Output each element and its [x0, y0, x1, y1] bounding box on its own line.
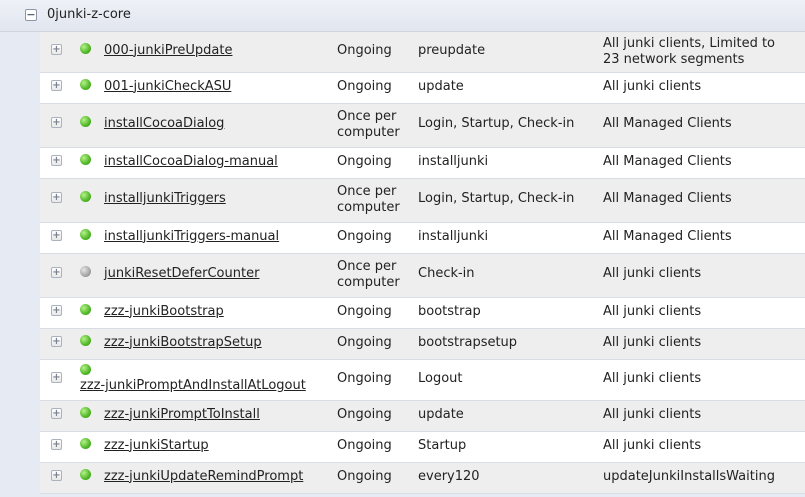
expand-row-button[interactable]: + [51, 43, 62, 55]
policy-name-link[interactable]: 000-junkiPreUpdate [104, 43, 232, 58]
policy-row[interactable]: +000-junkiPreUpdate Ongoing preupdate All j… [40, 32, 805, 73]
expand-row-button[interactable]: + [51, 335, 62, 347]
policy-row[interactable]: +001-junkiCheckASU Ongoing update All junki… [40, 73, 805, 104]
scope-cell: All junki clients [603, 437, 702, 453]
frequency-cell: Ongoing [337, 334, 392, 350]
scope-cell: All junki clients [603, 266, 702, 281]
expand-row-button[interactable]: + [51, 117, 62, 128]
status-enabled-icon [80, 228, 91, 240]
expand-row-button[interactable]: + [51, 469, 62, 481]
policy-name-link[interactable]: zzz-junkiBootstrap [104, 304, 224, 319]
policy-name-link[interactable]: installjunkiTriggers [104, 191, 226, 206]
trigger-cell: Login, Startup, Check-in [418, 191, 575, 206]
scope-cell: All junki clients [603, 406, 702, 422]
frequency-cell: Ongoing [337, 42, 392, 58]
scope-cell: All Managed Clients [603, 153, 732, 169]
policy-row[interactable]: + zzz-junkiPromptToInstall Ongoing update Al… [40, 401, 805, 432]
frequency-cell: Once per computer [337, 184, 400, 215]
status-enabled-icon [80, 191, 91, 202]
policy-name-link[interactable]: installCocoaDialog-manual [104, 154, 278, 169]
policy-row[interactable]: + installjunkiTriggers Once per computer Lo… [40, 179, 805, 223]
collapse-group-button[interactable]: − [25, 9, 37, 21]
status-enabled-icon [80, 153, 91, 165]
expand-row-button[interactable]: + [51, 407, 62, 419]
status-enabled-icon [80, 468, 91, 480]
policy-row[interactable]: + installCocoaDialog-manual Ongoing install… [40, 148, 805, 179]
expand-row-button[interactable]: + [51, 229, 62, 241]
trigger-cell: Login, Startup, Check-in [418, 116, 575, 131]
frequency-cell: Ongoing [337, 370, 392, 386]
trigger-cell: bootstrap [418, 303, 481, 319]
expand-row-button[interactable]: + [51, 438, 62, 450]
expand-row-button[interactable]: + [51, 371, 62, 383]
trigger-cell: preupdate [418, 42, 486, 58]
status-enabled-icon [80, 334, 91, 346]
expand-row-button[interactable]: + [51, 192, 62, 203]
frequency-cell: Ongoing [337, 406, 392, 422]
policy-name-link[interactable]: junkiResetDeferCounter [104, 266, 259, 281]
frequency-cell: Ongoing [337, 468, 392, 484]
policy-row[interactable]: + installjunkiTriggers-manual Ongoing insta… [40, 223, 805, 254]
expand-row-button[interactable]: + [51, 304, 62, 316]
policy-row[interactable]: + installCocoaDialog Once per computer Logi… [40, 104, 805, 148]
expand-row-button[interactable]: + [51, 267, 62, 278]
policy-name-link[interactable]: zzz-junkiUpdateRemindPrompt [104, 469, 303, 484]
policy-name-link[interactable]: installCocoaDialog [104, 116, 224, 131]
status-enabled-icon [80, 78, 91, 90]
scope-cell: All junki clients, Limited to 23 network… [603, 35, 776, 67]
frequency-cell: Ongoing [337, 437, 392, 453]
policy-row[interactable]: + junkiResetDeferCounter Once per computer… [40, 254, 805, 298]
policy-name-link[interactable]: 001-junkiCheckASU [104, 79, 231, 94]
scope-cell: All junki clients [603, 370, 702, 386]
scope-cell: All junki clients [603, 334, 702, 350]
scope-cell: All junki clients [603, 303, 702, 319]
scope-cell: All Managed Clients [603, 191, 732, 206]
status-enabled-icon [80, 437, 91, 449]
frequency-cell: Ongoing [337, 153, 392, 169]
scope-cell: All Managed Clients [603, 228, 732, 244]
frequency-cell: Ongoing [337, 78, 392, 94]
scope-cell: All junki clients [603, 78, 702, 94]
policy-name-link[interactable]: zzz-junkiBootstrapSetup [104, 335, 262, 350]
frequency-cell: Ongoing [337, 303, 392, 319]
status-disabled-icon [80, 266, 91, 277]
trigger-cell: Startup [418, 437, 467, 453]
scope-cell: All Managed Clients [603, 116, 732, 131]
policy-row[interactable]: + zzz-junkiUpdateRemindPrompt Ongoing every… [40, 463, 805, 494]
policy-name-link[interactable]: zzz-junkiStartup [104, 438, 209, 453]
trigger-cell: update [418, 78, 464, 94]
policy-row[interactable]: + zzz-junkiBootstrapSetup Ongoing bootstrap… [40, 329, 805, 360]
trigger-cell: update [418, 406, 464, 422]
policy-name-link[interactable]: installjunkiTriggers-manual [104, 229, 279, 244]
status-enabled-icon [80, 116, 91, 127]
scope-cell: updateJunkiInstallsWaiting [603, 468, 775, 484]
status-enabled-icon [80, 364, 91, 375]
expand-row-button[interactable]: + [51, 154, 62, 166]
trigger-cell: Check-in [418, 266, 475, 281]
policy-row[interactable]: + zzz-junkiStartup Ongoing Startup All junki… [40, 432, 805, 463]
group-title: 0junki-z-core [47, 7, 131, 22]
frequency-cell: Once per computer [337, 109, 400, 140]
trigger-cell: installjunki [418, 228, 489, 244]
expand-row-button[interactable]: + [51, 79, 62, 91]
group-header: − 0junki-z-core [0, 0, 805, 32]
trigger-cell: installjunki [418, 153, 489, 169]
frequency-cell: Once per computer [337, 259, 400, 290]
policy-name-link[interactable]: zzz-junkiPromptToInstall [104, 407, 260, 422]
policy-name-link[interactable]: zzz-junkiPromptAndInstallAtLogout [80, 378, 306, 393]
status-enabled-icon [80, 42, 91, 54]
trigger-cell: Logout [418, 370, 463, 386]
frequency-cell: Ongoing [337, 228, 392, 244]
trigger-cell: bootstrapsetup [418, 334, 518, 350]
trigger-cell: every120 [418, 468, 480, 484]
policy-row[interactable]: + zzz-junkiPromptAndInstallAtLogout Ongoin… [40, 360, 805, 401]
policy-row[interactable]: + zzz-junkiBootstrap Ongoing bootstrap All j… [40, 298, 805, 329]
status-enabled-icon [80, 303, 91, 315]
status-enabled-icon [80, 406, 91, 418]
